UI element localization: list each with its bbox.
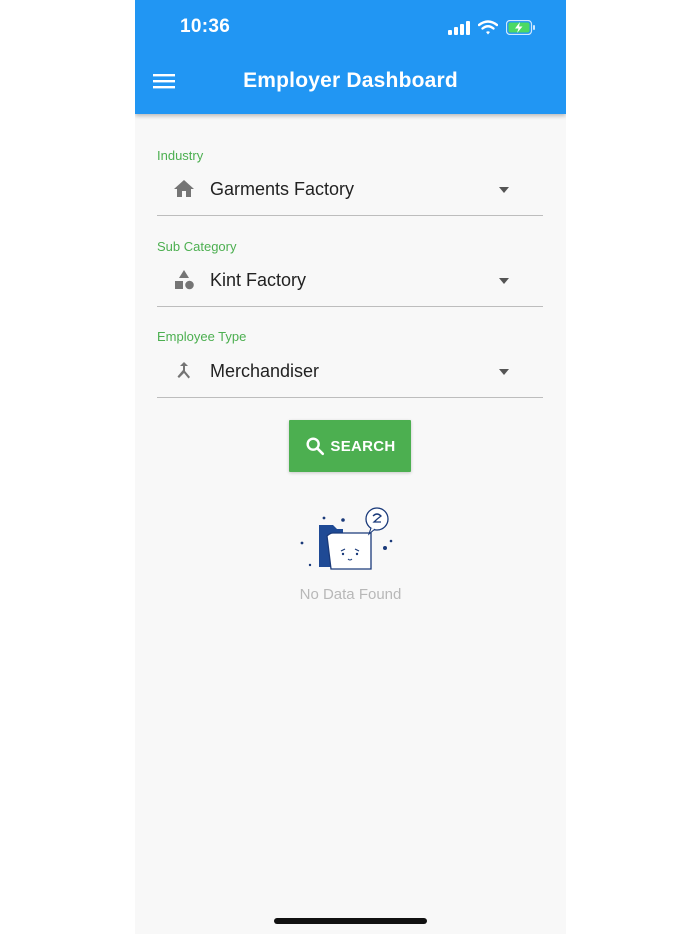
home-icon xyxy=(174,180,194,197)
chevron-down-icon xyxy=(499,278,509,284)
search-button-label: SEARCH xyxy=(330,437,396,455)
status-icons xyxy=(448,20,536,35)
shapes-icon xyxy=(175,270,194,290)
employee-type-dropdown[interactable]: Employee Type Merchandiser xyxy=(157,329,543,398)
search-button[interactable]: SEARCH xyxy=(289,420,411,472)
home-indicator xyxy=(274,918,427,924)
merge-icon xyxy=(177,362,190,379)
sub-category-label: Sub Category xyxy=(157,239,237,254)
battery-charging-icon xyxy=(506,20,535,35)
chevron-down-icon xyxy=(499,369,509,375)
chevron-down-icon xyxy=(499,187,509,193)
page-title: Employer Dashboard xyxy=(243,69,458,92)
industry-dropdown[interactable]: Industry Garments Factory xyxy=(157,148,543,216)
empty-folder-illustration xyxy=(300,507,393,570)
sub-category-dropdown[interactable]: Sub Category Kint Factory xyxy=(157,239,543,307)
industry-label: Industry xyxy=(157,148,204,163)
industry-value: Garments Factory xyxy=(210,179,355,199)
status-time: 10:36 xyxy=(180,16,231,37)
signal-icon xyxy=(448,20,470,35)
wifi-icon xyxy=(478,20,498,35)
empty-state-message: No Data Found xyxy=(299,586,402,603)
phone-screen: 10:36 Employer Dashboard Industry Garmen… xyxy=(135,0,566,934)
employee-type-label: Employee Type xyxy=(157,329,247,344)
sub-category-value: Kint Factory xyxy=(210,270,307,290)
app-bar: 10:36 Employer Dashboard xyxy=(135,0,566,114)
employee-type-value: Merchandiser xyxy=(210,361,320,381)
search-icon xyxy=(306,437,325,456)
